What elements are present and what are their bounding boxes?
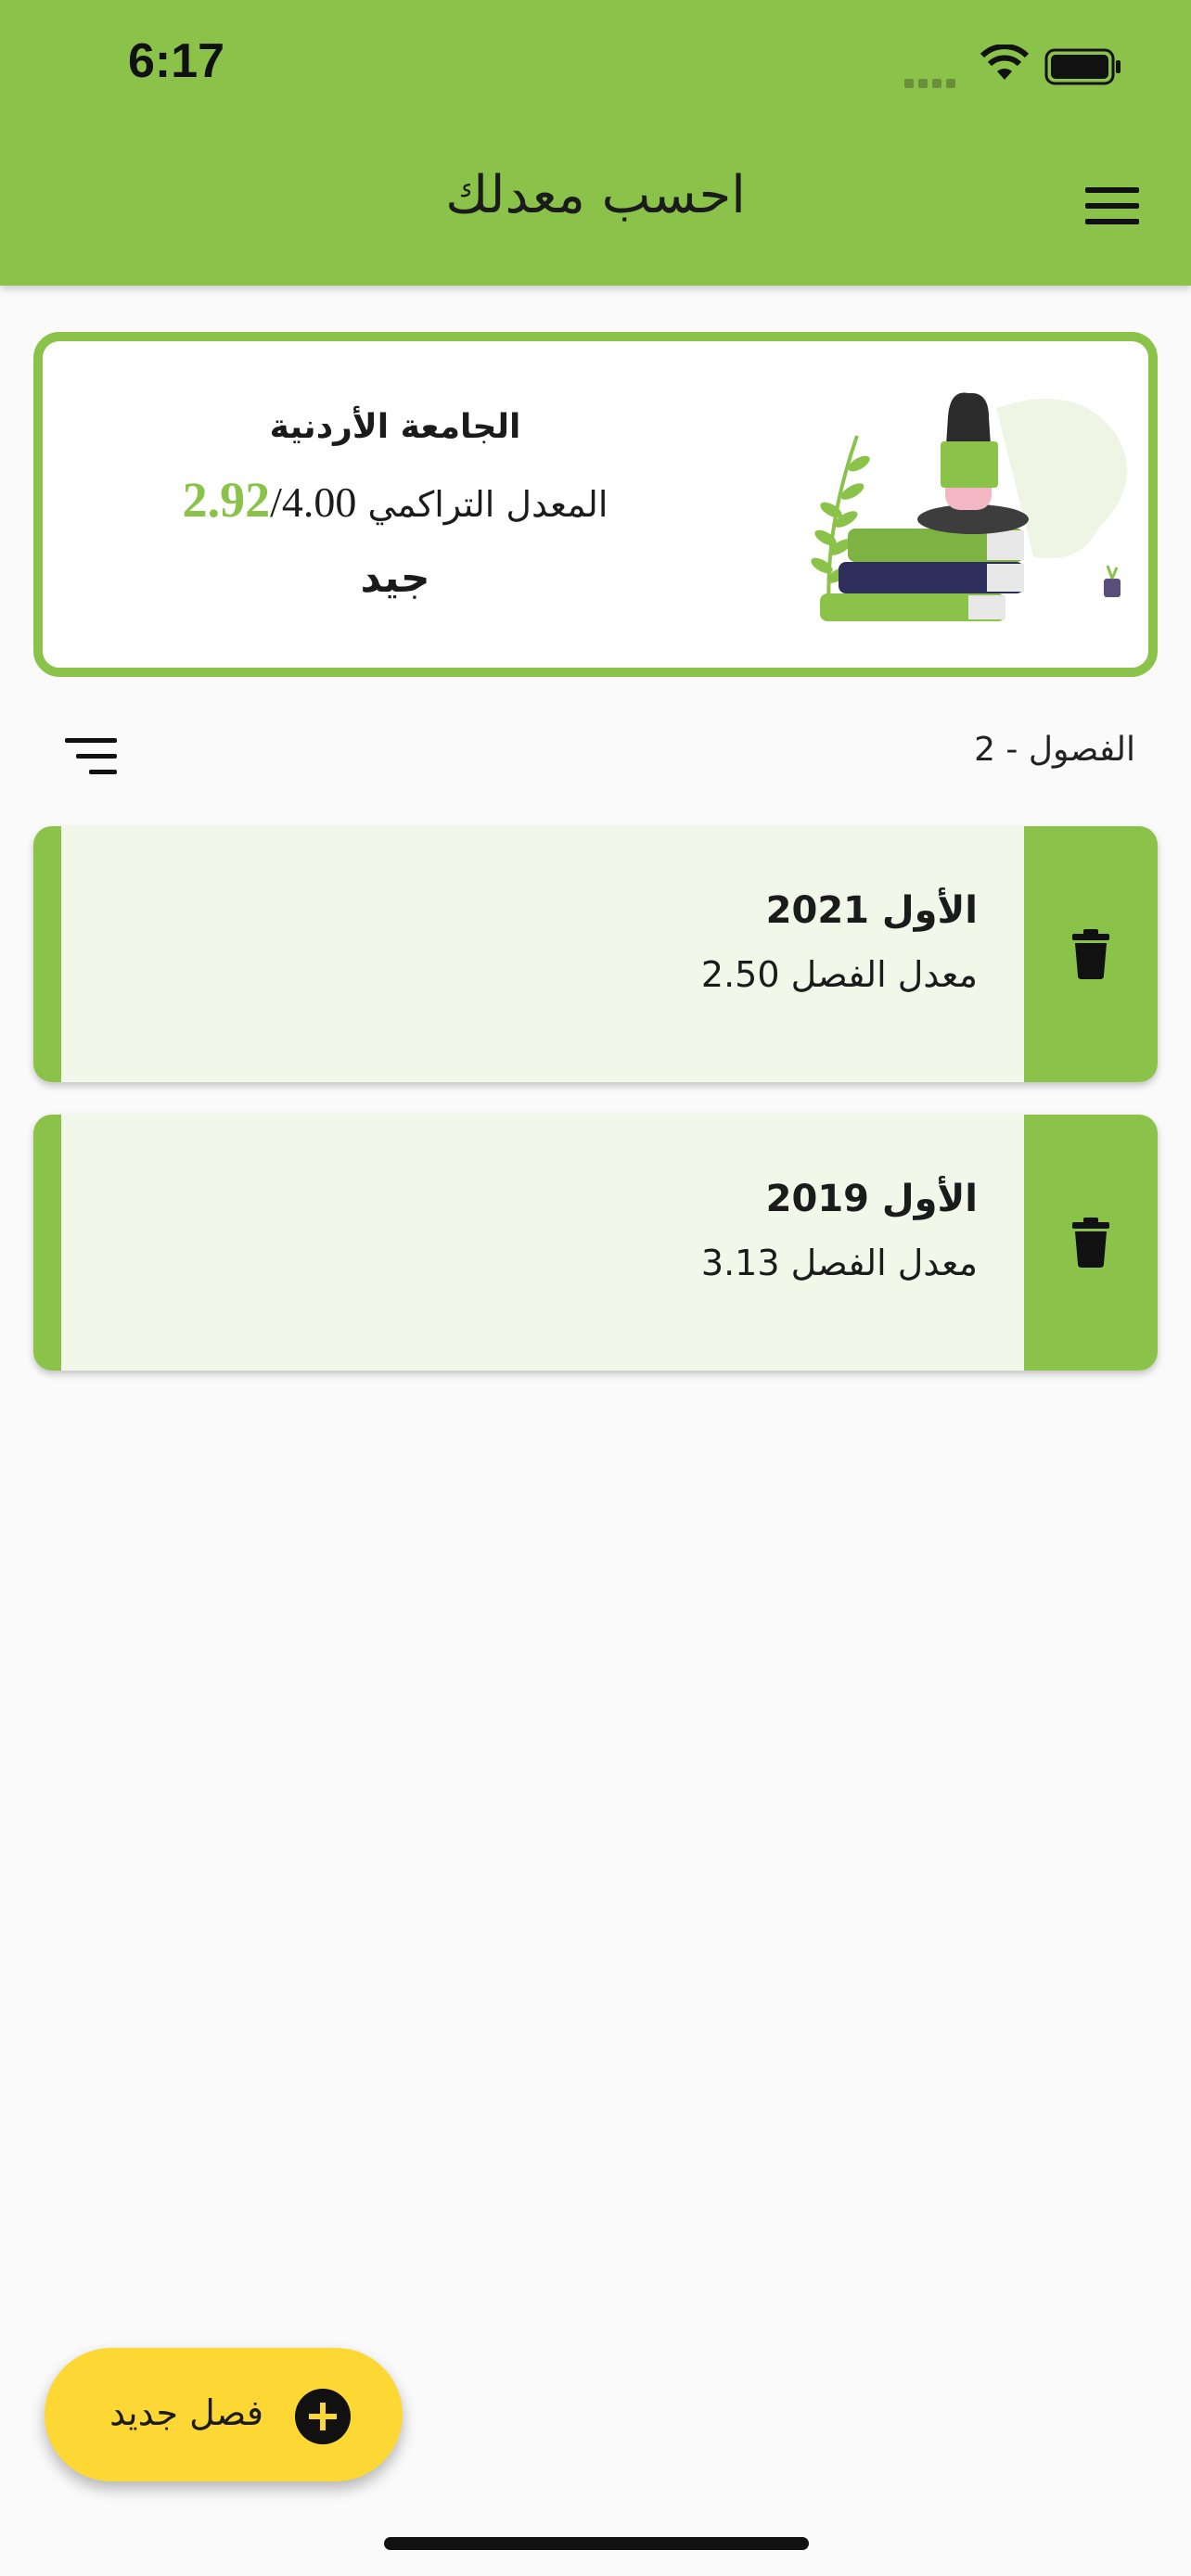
gpa-max: 4.00	[281, 478, 357, 526]
cellular-signal-icon	[904, 74, 964, 88]
gpa-separator: /	[270, 478, 282, 526]
menu-icon[interactable]	[1085, 187, 1139, 224]
app-bar: 6:17 احسب معدلك	[0, 0, 1191, 286]
semester-name: الأول 2019	[765, 1178, 978, 1220]
status-time: 6:17	[128, 34, 225, 88]
delete-button[interactable]	[1024, 826, 1158, 1082]
semesters-count: الفصول - 2	[974, 731, 1135, 769]
semester-gpa: معدل الفصل 3.13	[700, 1243, 978, 1283]
battery-icon	[1044, 48, 1121, 85]
semester-card[interactable]: الأول 2019 معدل الفصل 3.13	[33, 1115, 1158, 1371]
semester-card[interactable]: الأول 2021 معدل الفصل 2.50	[33, 826, 1158, 1082]
cumulative-gpa: المعدل التراكمي 2.92/4.00	[154, 471, 636, 529]
gpa-figure: 2.92/4.00	[183, 472, 357, 528]
wifi-icon	[980, 45, 1030, 80]
home-indicator	[384, 2537, 809, 2550]
trash-icon	[1072, 1218, 1109, 1268]
trash-icon	[1072, 929, 1109, 979]
grade-label: جيد	[360, 555, 430, 602]
gpa-label: المعدل التراكمي	[367, 484, 608, 525]
new-semester-button[interactable]: فصل جديد	[45, 2348, 403, 2481]
university-name: الجامعة الأردنية	[269, 408, 521, 446]
card-accent-stripe	[33, 1115, 61, 1371]
gpa-summary-card: الجامعة الأردنية المعدل التراكمي 2.92/4.…	[33, 332, 1158, 677]
semester-name: الأول 2021	[765, 889, 978, 932]
new-semester-label: فصل جديد	[109, 2392, 263, 2433]
sort-icon[interactable]	[61, 738, 117, 779]
add-circle-icon	[295, 2389, 351, 2444]
page-title: احسب معدلك	[445, 165, 746, 225]
reading-books-illustration	[811, 392, 1128, 621]
card-accent-stripe	[33, 826, 61, 1082]
delete-button[interactable]	[1024, 1115, 1158, 1371]
semester-gpa: معدل الفصل 2.50	[700, 954, 978, 995]
gpa-value: 2.92	[182, 472, 271, 528]
